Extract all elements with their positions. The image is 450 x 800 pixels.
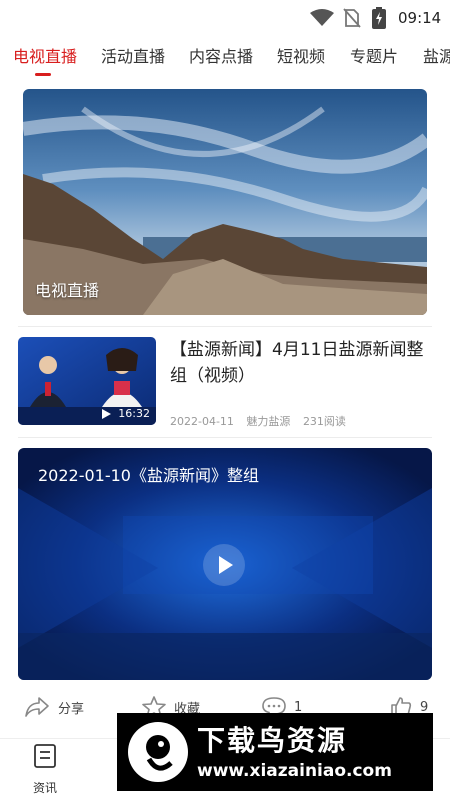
battery-charging-icon [372, 7, 386, 29]
share-icon [25, 697, 49, 717]
hero-caption: 电视直播 [35, 281, 100, 300]
tab-event-live[interactable]: 活动直播 [101, 43, 165, 67]
divider [18, 437, 432, 438]
play-icon [102, 409, 111, 419]
play-icon [219, 556, 233, 574]
status-time: 09:14 [398, 9, 442, 27]
wifi-icon [310, 9, 334, 26]
channel-tabs: 电视直播 活动直播 内容点播 短视频 专题片 盐源 [0, 36, 450, 78]
active-tab-indicator [35, 73, 51, 76]
news-title[interactable]: 【盐源新闻】4月11日盐源新闻整组（视频） [170, 337, 432, 389]
news-icon [34, 744, 56, 768]
tab-short-video[interactable]: 短视频 [277, 43, 325, 67]
tab-special[interactable]: 专题片 [350, 43, 398, 67]
tab-on-demand[interactable]: 内容点播 [189, 43, 253, 67]
video-duration: 16:32 [118, 407, 150, 420]
tab-yanyuan[interactable]: 盐源 [423, 43, 450, 67]
share-label: 分享 [58, 701, 85, 717]
tab-tv-live[interactable]: 电视直播 [13, 43, 77, 67]
watermark-bird-logo [128, 722, 188, 782]
nav-label-news: 资讯 [32, 781, 57, 795]
news-source: 魅力盐源 [246, 415, 291, 428]
play-button[interactable] [203, 544, 245, 586]
video-player-card[interactable]: 2022-01-10《盐源新闻》整组 [18, 448, 432, 680]
news-read-count: 231阅读 [302, 415, 346, 428]
watermark-banner: 下载鸟资源 www.xiazainiao.com [117, 713, 433, 791]
nav-item-news[interactable]: 资讯 [10, 743, 80, 796]
watermark-url: www.xiazainiao.com [197, 761, 392, 781]
hero-banner[interactable]: 电视直播 [23, 89, 427, 315]
share-button[interactable]: 分享 [24, 694, 84, 720]
status-bar: 09:14 [0, 0, 450, 36]
video-title: 2022-01-10《盐源新闻》整组 [38, 466, 259, 485]
watermark-text: 下载鸟资源 [197, 724, 348, 757]
news-thumbnail[interactable]: 16:32 [18, 337, 156, 425]
no-sim-icon [343, 8, 361, 28]
news-meta: 2022-04-11 魅力盐源 231阅读 [170, 413, 355, 429]
divider [18, 326, 432, 327]
news-date: 2022-04-11 [170, 415, 234, 428]
